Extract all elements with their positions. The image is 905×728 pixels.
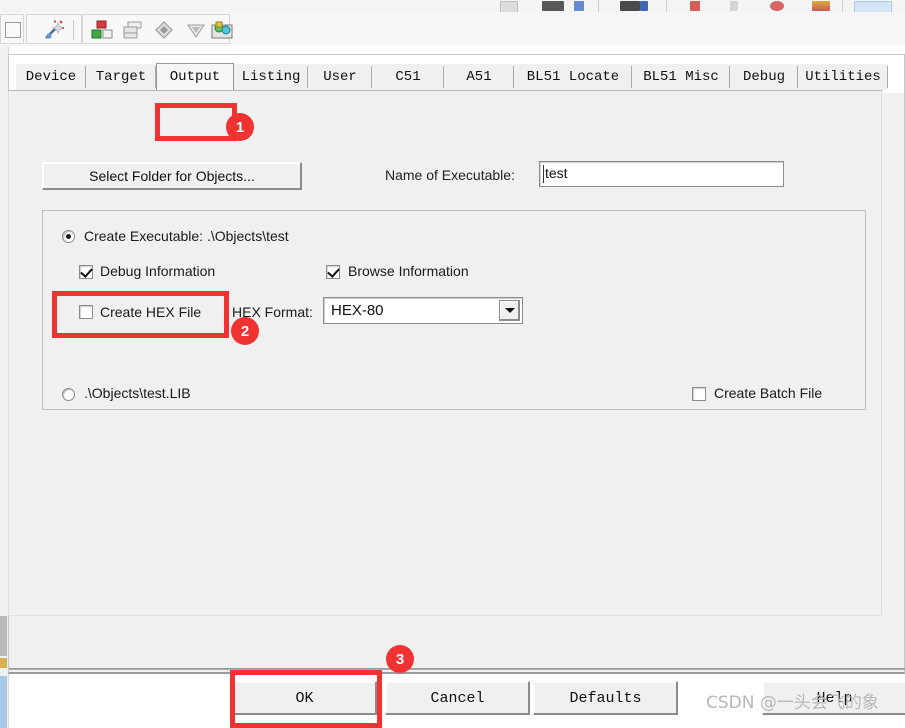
debug-information-label: Debug Information: [100, 263, 216, 279]
tab-label: User: [323, 69, 357, 85]
name-of-executable-value: test: [545, 165, 568, 181]
ok-button[interactable]: OK: [232, 681, 377, 715]
tab-bl51-misc[interactable]: BL51 Misc: [632, 64, 730, 90]
bottom-separator: [9, 668, 905, 670]
ide-toolbar[interactable]: [0, 12, 905, 47]
tab-label: Output: [169, 69, 221, 85]
create-library-radio[interactable]: [62, 388, 75, 401]
tab-c51[interactable]: C51: [372, 64, 444, 90]
batch-build-icon[interactable]: [117, 15, 147, 45]
browse-information-checkbox[interactable]: [326, 265, 340, 279]
tab-a51[interactable]: A51: [444, 64, 514, 90]
cancel-button[interactable]: Cancel: [385, 681, 530, 715]
debug-information-checkbox[interactable]: [79, 265, 93, 279]
tab-output[interactable]: Output: [156, 63, 234, 91]
tab-bl51-locate[interactable]: BL51 Locate: [514, 64, 632, 90]
tab-label: Listing: [241, 69, 301, 85]
create-hex-file-checkbox[interactable]: [79, 305, 93, 319]
redo-icon[interactable]: [574, 1, 584, 11]
build-target-icon[interactable]: [87, 15, 117, 45]
bookmark-icon[interactable]: [620, 1, 640, 11]
undo-icon[interactable]: [542, 1, 564, 11]
create-batch-file-label: Create Batch File: [714, 385, 823, 401]
create-batch-file-checkbox[interactable]: [692, 387, 706, 401]
tab-debug[interactable]: Debug: [730, 64, 798, 90]
tab-label: Debug: [742, 69, 785, 85]
gutter-chip-blue: [0, 676, 7, 728]
insert-icon[interactable]: [730, 1, 738, 11]
magic-wand-icon[interactable]: [39, 15, 69, 45]
tab-label: Target: [95, 69, 147, 85]
manage-project-items-icon[interactable]: [207, 15, 237, 45]
tab-device[interactable]: Device: [16, 64, 86, 90]
tab-target[interactable]: Target: [86, 64, 156, 90]
tab-listing[interactable]: Listing: [234, 64, 308, 90]
text-caret: [543, 165, 544, 183]
tab-label: BL51 Misc: [643, 69, 719, 85]
annotation-number-2: 2: [231, 317, 259, 345]
annotation-number-1: 1: [226, 113, 254, 141]
tab-label: C51: [395, 69, 421, 85]
chevron-down-icon[interactable]: [499, 300, 520, 321]
tab-label: Device: [25, 69, 77, 85]
annotation-number-3: 3: [386, 645, 414, 673]
tab-strip[interactable]: Device Target Output Listing User C51 A5…: [8, 63, 888, 92]
tab-label: BL51 Locate: [526, 69, 620, 85]
defaults-button[interactable]: Defaults: [533, 681, 678, 715]
create-library-label: .\Objects\test.LIB: [84, 385, 191, 401]
browse-information-label: Browse Information: [348, 263, 469, 279]
debug-icon[interactable]: [770, 1, 784, 11]
translate-icon[interactable]: [149, 15, 179, 45]
tab-label: A51: [466, 69, 492, 85]
name-of-executable-label: Name of Executable:: [385, 167, 515, 183]
create-executable-radio[interactable]: [62, 230, 75, 243]
checkbox-toolbar-icon[interactable]: [0, 15, 28, 45]
tab-utilities[interactable]: Utilities: [798, 64, 888, 90]
name-of-executable-input[interactable]: test: [539, 161, 784, 187]
select-folder-for-objects-button[interactable]: Select Folder for Objects...: [42, 162, 302, 190]
create-executable-label: Create Executable: .\Objects\test: [84, 228, 289, 244]
create-hex-file-label: Create HEX File: [100, 304, 202, 320]
hex-format-value: HEX-80: [331, 302, 384, 319]
gutter-chip-yellow: [0, 658, 7, 668]
watermark: CSDN @一头会飞的象: [706, 693, 879, 713]
comment-icon[interactable]: [640, 1, 648, 11]
hex-format-select[interactable]: HEX-80: [323, 297, 523, 324]
uncomment-icon[interactable]: [690, 1, 700, 11]
gutter-chip-gray: [0, 616, 7, 656]
tab-user[interactable]: User: [308, 64, 372, 90]
tab-label: Utilities: [805, 69, 881, 85]
zoom-icon[interactable]: [812, 1, 830, 11]
